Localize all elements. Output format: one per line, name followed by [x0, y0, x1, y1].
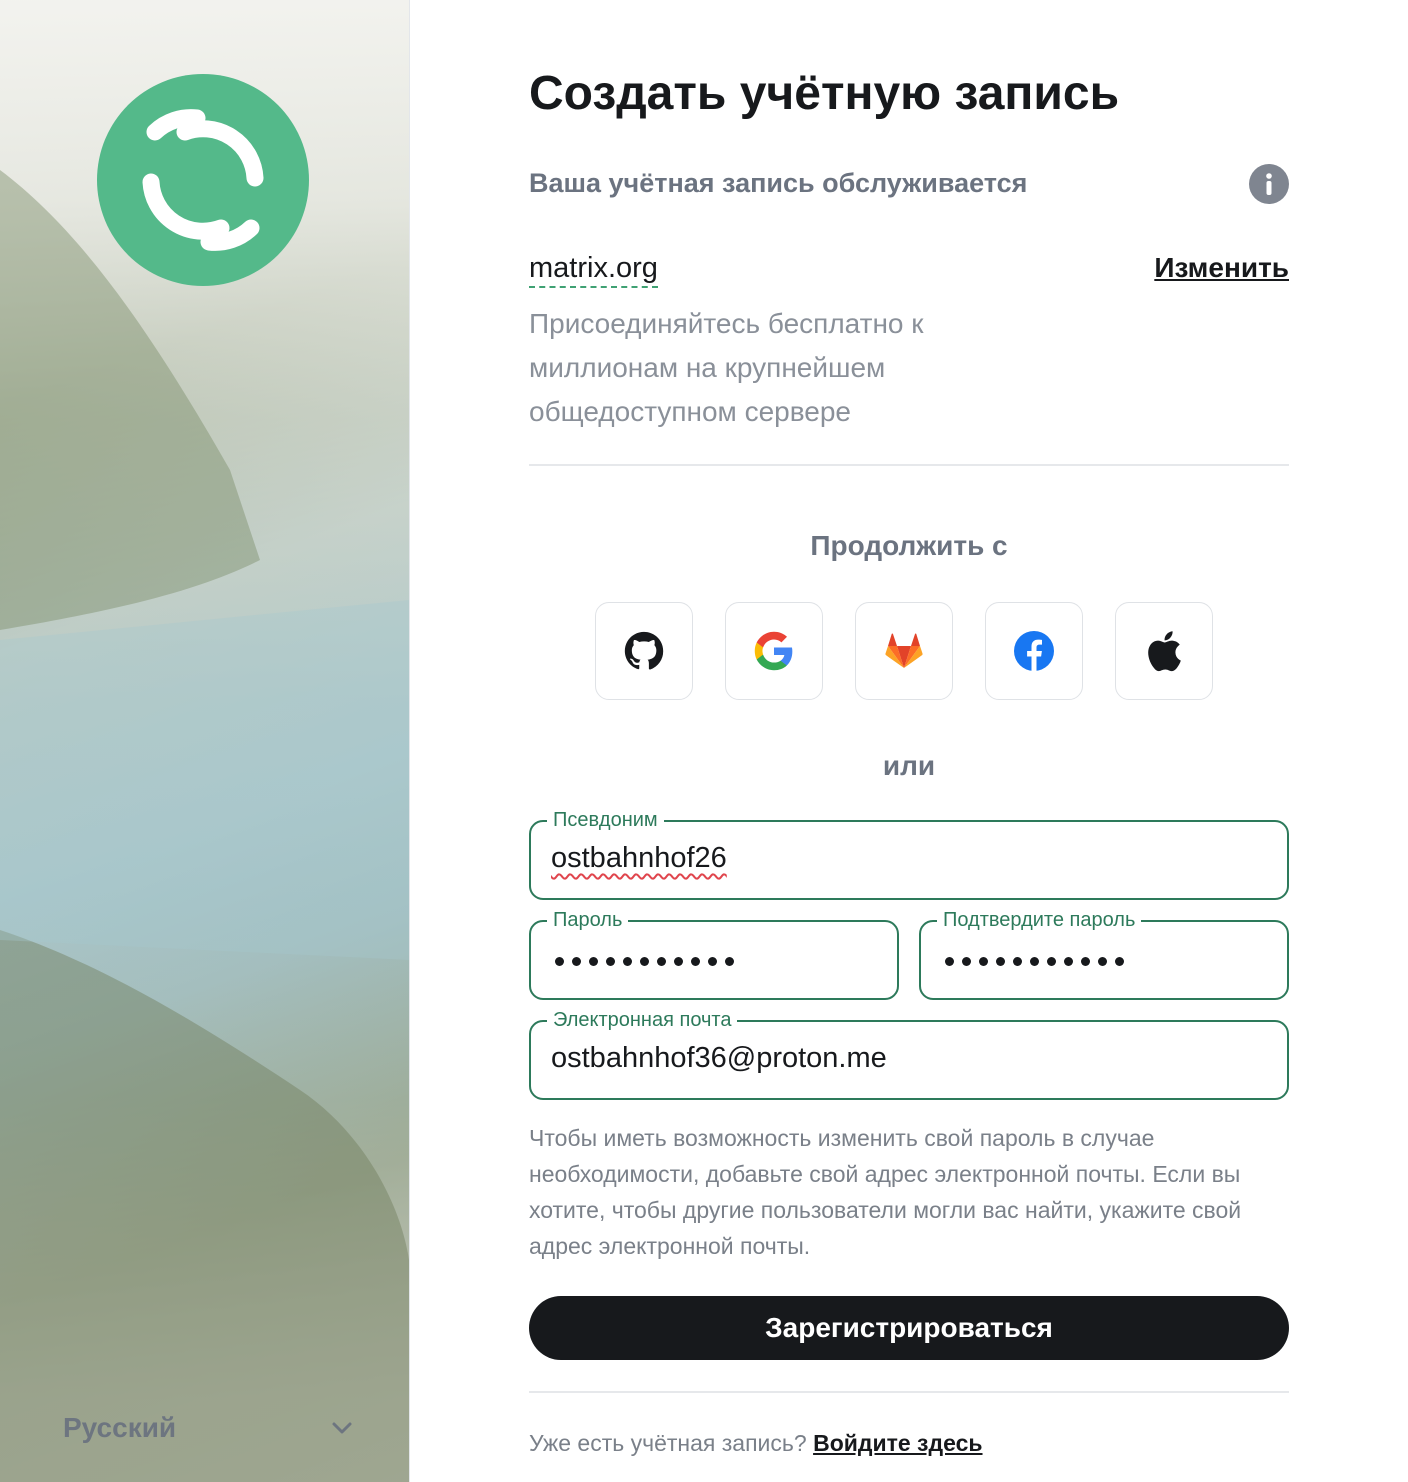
- server-description: Присоединяйтесь бесплатно к миллионам на…: [529, 308, 924, 427]
- confirm-password-input[interactable]: [945, 957, 1124, 966]
- or-separator: или: [882, 750, 936, 781]
- app-logo: [97, 74, 309, 286]
- facebook-icon: [1014, 631, 1054, 671]
- username-input[interactable]: ostbahnhof26: [551, 842, 727, 875]
- github-icon: [624, 631, 664, 670]
- username-field[interactable]: Псевдоним ostbahnhof26: [529, 808, 1289, 900]
- google-sso-button[interactable]: [725, 602, 823, 700]
- gitlab-icon: [885, 633, 923, 668]
- sso-heading: Продолжить с: [810, 530, 1008, 561]
- apple-icon: [1148, 631, 1181, 672]
- info-icon[interactable]: [1249, 164, 1289, 204]
- divider: [529, 464, 1289, 466]
- confirm-password-field[interactable]: Подтвердите пароль: [919, 908, 1289, 1000]
- divider: [529, 1391, 1289, 1393]
- email-field[interactable]: Электронная почта ostbahnhof36@proton.me: [529, 1008, 1289, 1100]
- register-button[interactable]: Зарегистрироваться: [529, 1296, 1289, 1360]
- server-served-label: Ваша учётная запись обслуживается: [529, 168, 1028, 198]
- github-sso-button[interactable]: [595, 602, 693, 700]
- background-panel: Русский: [0, 0, 409, 1482]
- panel-divider: [409, 0, 410, 1482]
- change-server-link[interactable]: Изменить: [1154, 252, 1289, 284]
- facebook-sso-button[interactable]: [985, 602, 1083, 700]
- have-account-text: Уже есть учётная запись?: [529, 1430, 807, 1456]
- language-label: Русский: [63, 1412, 177, 1443]
- email-label: Электронная почта: [547, 1008, 738, 1032]
- page-title: Создать учётную запись: [529, 67, 1120, 120]
- password-input[interactable]: [555, 957, 734, 966]
- email-help-text: Чтобы иметь возможность изменить свой па…: [529, 1125, 1242, 1259]
- server-name: matrix.org: [529, 252, 658, 288]
- password-field[interactable]: Пароль: [529, 908, 899, 1000]
- gitlab-sso-button[interactable]: [855, 602, 953, 700]
- apple-sso-button[interactable]: [1115, 602, 1213, 700]
- chevron-down-icon: [332, 1422, 352, 1434]
- sso-buttons: [595, 602, 1213, 700]
- email-input[interactable]: ostbahnhof36@proton.me: [551, 1042, 887, 1075]
- login-link[interactable]: Войдите здесь: [813, 1430, 982, 1456]
- login-prompt: Уже есть учётная запись? Войдите здесь: [529, 1430, 983, 1457]
- password-label: Пароль: [547, 908, 629, 932]
- google-icon: [754, 631, 793, 671]
- language-selector[interactable]: Русский: [63, 1408, 353, 1448]
- username-label: Псевдоним: [547, 808, 664, 832]
- confirm-password-label: Подтвердите пароль: [937, 908, 1142, 932]
